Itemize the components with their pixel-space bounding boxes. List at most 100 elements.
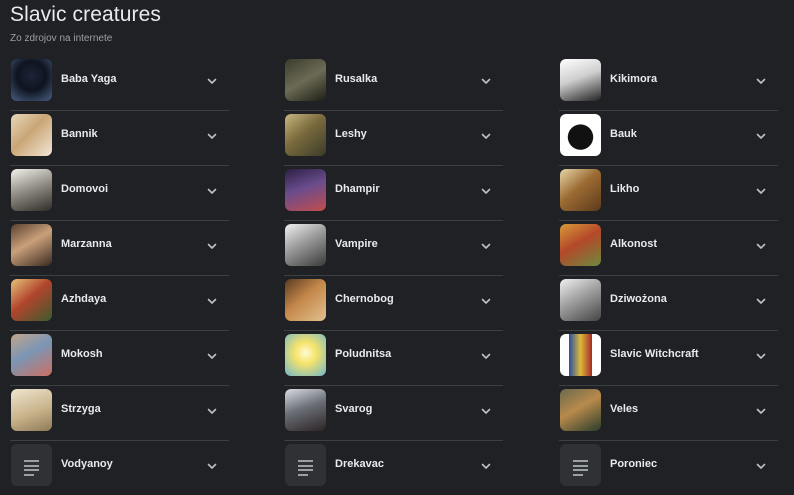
list-item-azhdaya[interactable]: Azhdaya [10, 276, 229, 331]
list-item-baba-yaga[interactable]: Baba Yaga [10, 56, 229, 111]
item-label: Veles [610, 403, 639, 415]
chevron-down-icon[interactable] [480, 404, 492, 416]
item-label: Poroniec [610, 458, 658, 470]
list-item-drekavac[interactable]: Drekavac [284, 441, 503, 495]
item-label: Poludnitsa [335, 348, 392, 360]
page-subtitle: Zo zdrojov na internete [10, 33, 113, 44]
thumbnail-image [285, 279, 326, 321]
thumbnail-image [285, 334, 326, 376]
list-item-leshy[interactable]: Leshy [284, 111, 503, 166]
item-label: Likho [610, 183, 640, 195]
chevron-down-icon[interactable] [206, 294, 218, 306]
chevron-down-icon[interactable] [480, 294, 492, 306]
chevron-down-icon[interactable] [480, 74, 492, 86]
list-item-mokosh[interactable]: Mokosh [10, 331, 229, 386]
chevron-down-icon[interactable] [480, 459, 492, 471]
list-item-vampire[interactable]: Vampire [284, 221, 503, 276]
chevron-down-icon[interactable] [755, 294, 767, 306]
page-title: Slavic creatures [10, 3, 161, 26]
item-label: Vampire [335, 238, 378, 250]
thumbnail-image [11, 334, 52, 376]
item-label: Domovoi [61, 183, 109, 195]
thumbnail-image [285, 59, 326, 101]
thumbnail-image [285, 114, 326, 156]
thumbnail-image [11, 169, 52, 211]
list-item-chernobog[interactable]: Chernobog [284, 276, 503, 331]
item-label: Mokosh [61, 348, 103, 360]
item-label: Dhampir [335, 183, 380, 195]
document-icon [11, 444, 52, 486]
chevron-down-icon[interactable] [480, 129, 492, 141]
item-label: Svarog [335, 403, 373, 415]
list-item-poroniec[interactable]: Poroniec [559, 441, 778, 495]
thumbnail-image [560, 389, 601, 431]
chevron-down-icon[interactable] [206, 74, 218, 86]
list-item-svarog[interactable]: Svarog [284, 386, 503, 441]
chevron-down-icon[interactable] [755, 349, 767, 361]
document-icon [560, 444, 601, 486]
item-label: Drekavac [335, 458, 384, 470]
chevron-down-icon[interactable] [755, 129, 767, 141]
chevron-down-icon[interactable] [206, 184, 218, 196]
thumbnail-image [285, 389, 326, 431]
thumbnail-image [560, 169, 601, 211]
chevron-down-icon[interactable] [206, 239, 218, 251]
list-item-poludnitsa[interactable]: Poludnitsa [284, 331, 503, 386]
list-item-alkonost[interactable]: Alkonost [559, 221, 778, 276]
chevron-down-icon[interactable] [755, 184, 767, 196]
thumbnail-image [560, 279, 601, 321]
list-item-bannik[interactable]: Bannik [10, 111, 229, 166]
item-label: Vodyanoy [61, 458, 113, 470]
item-label: Baba Yaga [61, 73, 117, 85]
list-item-domovoi[interactable]: Domovoi [10, 166, 229, 221]
list-item-slavic-witchcraft[interactable]: Slavic Witchcraft [559, 331, 778, 386]
thumbnail-image [560, 114, 601, 156]
chevron-down-icon[interactable] [206, 459, 218, 471]
list-item-dziwozona[interactable]: Dziwożona [559, 276, 778, 331]
item-label: Chernobog [335, 293, 394, 305]
thumbnail-image [560, 334, 601, 376]
column-2: Rusalka Leshy Dhampir Vampire Chernobog Polud… [284, 56, 503, 495]
list-item-kikimora[interactable]: Kikimora [559, 56, 778, 111]
item-label: Slavic Witchcraft [610, 348, 699, 360]
thumbnail-image [11, 59, 52, 101]
chevron-down-icon[interactable] [480, 349, 492, 361]
item-label: Dziwożona [610, 293, 667, 305]
chevron-down-icon[interactable] [755, 404, 767, 416]
item-label: Kikimora [610, 73, 658, 85]
list-item-veles[interactable]: Veles [559, 386, 778, 441]
list-item-strzyga[interactable]: Strzyga [10, 386, 229, 441]
item-label: Rusalka [335, 73, 378, 85]
column-1: Baba Yaga Bannik Domovoi Marzanna Azhdaya Mok… [10, 56, 229, 495]
item-label: Azhdaya [61, 293, 107, 305]
item-label: Alkonost [610, 238, 658, 250]
list-item-rusalka[interactable]: Rusalka [284, 56, 503, 111]
chevron-down-icon[interactable] [206, 129, 218, 141]
thumbnail-image [560, 224, 601, 266]
item-label: Marzanna [61, 238, 112, 250]
item-label: Strzyga [61, 403, 101, 415]
list-item-marzanna[interactable]: Marzanna [10, 221, 229, 276]
chevron-down-icon[interactable] [755, 239, 767, 251]
item-label: Bauk [610, 128, 637, 140]
thumbnail-image [11, 389, 52, 431]
thumbnail-image [11, 279, 52, 321]
thumbnail-image [285, 169, 326, 211]
item-label: Bannik [61, 128, 98, 140]
thumbnail-image [11, 114, 52, 156]
list-item-bauk[interactable]: Bauk [559, 111, 778, 166]
chevron-down-icon[interactable] [480, 184, 492, 196]
chevron-down-icon[interactable] [755, 459, 767, 471]
list-item-dhampir[interactable]: Dhampir [284, 166, 503, 221]
chevron-down-icon[interactable] [480, 239, 492, 251]
thumbnail-image [11, 224, 52, 266]
thumbnail-image [560, 59, 601, 101]
list-item-likho[interactable]: Likho [559, 166, 778, 221]
chevron-down-icon[interactable] [206, 349, 218, 361]
list-item-vodyanoy[interactable]: Vodyanoy [10, 441, 229, 495]
document-icon [285, 444, 326, 486]
column-3: Kikimora Bauk Likho Alkonost Dziwożona Slavic… [559, 56, 778, 495]
chevron-down-icon[interactable] [755, 74, 767, 86]
chevron-down-icon[interactable] [206, 404, 218, 416]
item-label: Leshy [335, 128, 367, 140]
